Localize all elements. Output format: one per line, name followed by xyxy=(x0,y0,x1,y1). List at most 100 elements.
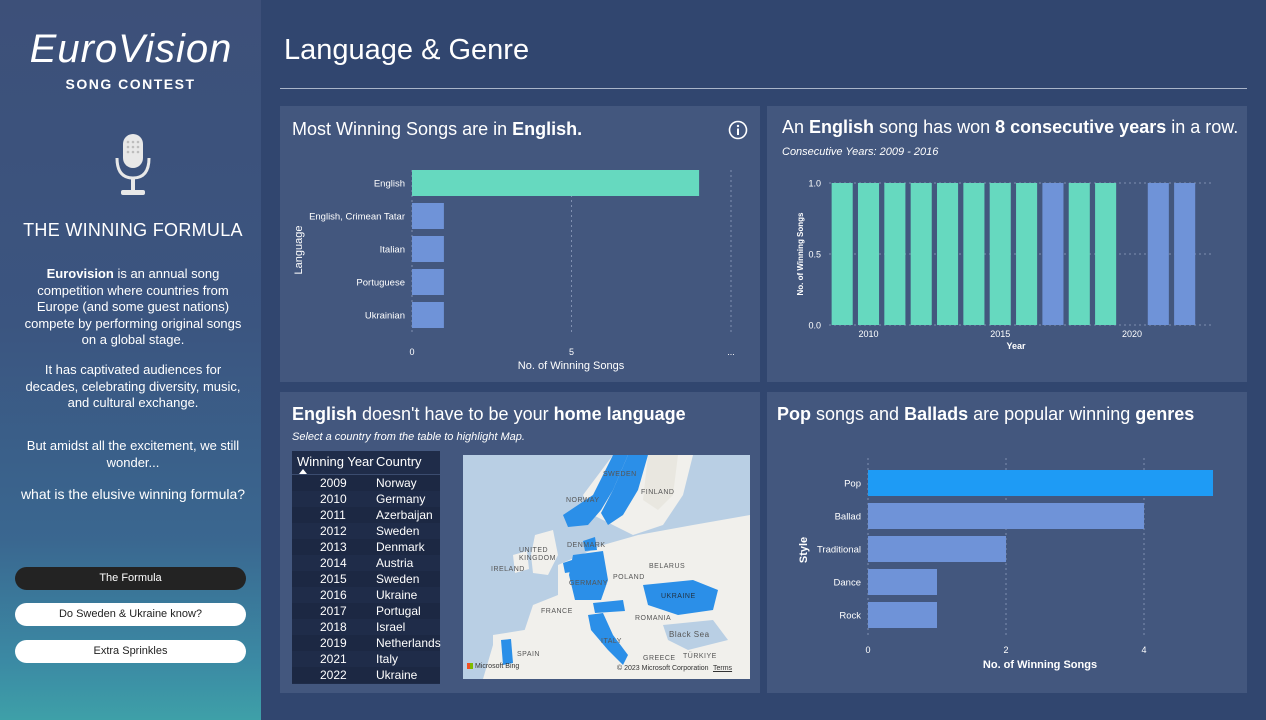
table-cell-country: Norway xyxy=(376,476,417,490)
map-brand: Microsoft Bing xyxy=(467,663,519,670)
years-y-axis-title: No. of Winning Songs xyxy=(796,212,805,296)
map-label-poland: POLAND xyxy=(613,574,645,581)
years-bar xyxy=(831,183,853,325)
table-cell-country: Sweden xyxy=(376,524,420,538)
genres-category-label: Pop xyxy=(844,479,861,490)
map-region-portugal xyxy=(501,639,513,665)
years-bar xyxy=(1042,183,1064,325)
table-row[interactable]: 2013 Denmark xyxy=(292,539,440,555)
card-language-title: Most Winning Songs are in English. xyxy=(292,119,582,140)
table-cell-country: Ukraine xyxy=(376,668,418,682)
genres-tick-label: 4 xyxy=(1141,645,1146,655)
table-cell-year: 2019 xyxy=(320,636,347,650)
language-category-label: Ukrainian xyxy=(365,311,405,322)
map-label-ireland: IRELAND xyxy=(491,566,525,573)
sort-ascending-icon[interactable] xyxy=(299,469,307,474)
page-title: Language & Genre xyxy=(284,34,530,66)
years-bar xyxy=(1174,183,1196,325)
language-category-label: English, Crimean Tatar xyxy=(309,212,405,223)
map-terms-link[interactable]: Terms xyxy=(713,665,732,672)
language-category-label: Portuguese xyxy=(356,278,405,289)
table-cell-country: Austria xyxy=(376,556,414,570)
table-row[interactable]: 2011 Azerbaijan xyxy=(292,507,440,523)
card-consecutive-title-b2: 8 consecutive years xyxy=(995,117,1167,137)
europe-map[interactable]: SWEDEN FINLAND NORWAY DENMARK UNITED KIN… xyxy=(463,455,750,679)
map-brand-text: Microsoft Bing xyxy=(474,663,520,670)
years-bar xyxy=(910,183,932,325)
genres-category-label: Rock xyxy=(839,611,861,622)
genres-category-label: Ballad xyxy=(835,512,861,523)
card-language-title-pre: Most Winning Songs are in xyxy=(292,119,513,139)
language-bar xyxy=(412,203,444,229)
card-genres-title: Pop songs and Ballads are popular winnin… xyxy=(777,404,1194,425)
intro-paragraph: Eurovision is an annual song competition… xyxy=(20,266,246,349)
table-cell-country: Portugal xyxy=(376,604,421,618)
table-row[interactable]: 2010 Germany xyxy=(292,491,440,507)
years-y-tick-label: 1.0 xyxy=(808,179,821,189)
intro-paragraph-2: It has captivated audiences for decades,… xyxy=(25,362,241,410)
sidebar: EuroVision SONG CONTEST THE WINNING FORM… xyxy=(0,0,261,720)
table-cell-country: Ukraine xyxy=(376,588,418,602)
years-bar xyxy=(1147,183,1169,325)
card-consecutive-title-pre: An xyxy=(782,117,810,137)
map-copyright: © 2023 Microsoft Corporation xyxy=(617,665,709,672)
language-axis-title: Language xyxy=(293,226,305,275)
table-row[interactable]: 2012 Sweden xyxy=(292,523,440,539)
table-row[interactable]: 2016 Ukraine xyxy=(292,587,440,603)
table-row[interactable]: 2009 Norway xyxy=(292,475,440,491)
genres-axis-title: Style xyxy=(798,537,810,563)
intro-bold: Eurovision xyxy=(46,266,114,281)
card-consecutive-title-mid: song has won xyxy=(874,117,996,137)
table-row[interactable]: 2014 Austria xyxy=(292,555,440,571)
winners-table: Winning Year Country 2009 Norway 2010 Germa… xyxy=(292,451,441,684)
table-row[interactable]: 2015 Sweden xyxy=(292,571,440,587)
card-home-title-b2: home language xyxy=(553,404,686,424)
language-bar xyxy=(412,170,700,196)
nav-button-extra-sprinkles[interactable]: Extra Sprinkles xyxy=(15,640,246,663)
column-header-country[interactable]: Country xyxy=(376,454,422,469)
column-header-winning-year[interactable]: Winning Year xyxy=(297,454,374,469)
table-row[interactable]: 2017 Portugal xyxy=(292,603,440,619)
table-cell-country: Italy xyxy=(376,652,399,666)
language-bar xyxy=(412,302,444,328)
map-label-france: FRANCE xyxy=(541,608,573,615)
table-cell-year: 2016 xyxy=(320,588,347,602)
table-cell-year: 2017 xyxy=(320,604,347,618)
table-cell-year: 2014 xyxy=(320,556,347,570)
map-label-denmark: DENMARK xyxy=(567,542,606,549)
table-cell-year: 2009 xyxy=(320,476,347,490)
table-cell-country: Germany xyxy=(376,492,426,506)
card-home-title-b1: English xyxy=(292,404,358,424)
years-x-axis-title: Year xyxy=(1006,341,1026,351)
genres-bar xyxy=(868,536,1006,562)
map-label-norway: NORWAY xyxy=(566,497,600,504)
card-genres-title-b3: genres xyxy=(1135,404,1195,424)
years-bar xyxy=(884,183,906,325)
card-home-language-title: English doesn't have to be your home lan… xyxy=(292,404,686,425)
card-genres-title-b1: Pop xyxy=(777,404,811,424)
years-bar xyxy=(857,183,880,325)
years-y-tick-label: 0.5 xyxy=(808,250,821,260)
table-cell-country: Denmark xyxy=(376,540,425,554)
info-icon[interactable] xyxy=(728,120,748,140)
map-label-greece: GREECE xyxy=(643,655,676,662)
winners-table-body: 2009 Norway 2010 Germany 2011 Azerbaijan 2012 S… xyxy=(292,475,441,683)
intro-paragraph-3: But amidst all the excitement, we still … xyxy=(26,438,240,470)
table-cell-year: 2013 xyxy=(320,540,347,554)
table-row[interactable]: 2021 Italy xyxy=(292,651,440,667)
table-cell-year: 2018 xyxy=(320,620,347,634)
nav-button-the-formula[interactable]: The Formula xyxy=(15,567,246,590)
svg-text:EuroVision: EuroVision xyxy=(31,27,231,71)
microphone-icon xyxy=(115,134,151,195)
language-category-label: English xyxy=(374,179,405,190)
table-row[interactable]: 2018 Israel xyxy=(292,619,440,635)
logo-subtitle: SONG CONTEST xyxy=(65,76,196,92)
years-x-tick-label: 2020 xyxy=(1122,329,1142,339)
map-label-sweden: SWEDEN xyxy=(603,471,637,478)
table-row[interactable]: 2019 Netherlands xyxy=(292,635,441,651)
nav-button-sweden-ukraine[interactable]: Do Sweden & Ukraine know? xyxy=(15,603,246,626)
table-row[interactable]: 2022 Ukraine xyxy=(292,667,440,683)
map-label-black-sea: Black Sea xyxy=(669,630,710,639)
language-bar xyxy=(412,269,444,295)
card-genres-title-mid1: songs and xyxy=(811,404,905,424)
